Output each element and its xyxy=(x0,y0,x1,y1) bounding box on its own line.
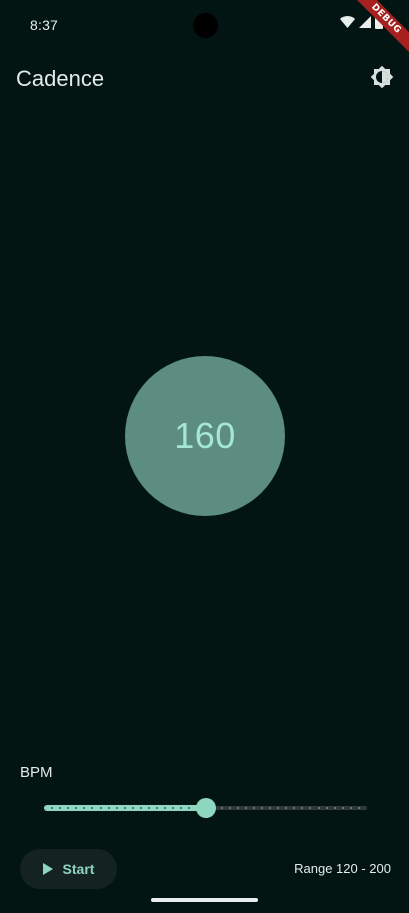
slider-tick xyxy=(147,807,150,809)
slider-tick xyxy=(83,807,86,809)
brightness-icon xyxy=(370,65,394,94)
slider-tick xyxy=(228,807,231,809)
slider-tick xyxy=(309,807,312,809)
status-time: 8:37 xyxy=(30,17,59,33)
slider-tick xyxy=(91,807,94,809)
status-bar: 8:37 xyxy=(0,0,409,50)
home-indicator[interactable] xyxy=(151,898,258,902)
slider-tick xyxy=(75,807,78,809)
slider-tick xyxy=(349,807,352,809)
slider-tick xyxy=(244,807,247,809)
slider-tick xyxy=(164,807,167,809)
slider-tick xyxy=(220,807,223,809)
range-text: Range 120 - 200 xyxy=(294,861,391,876)
slider-tick xyxy=(115,807,118,809)
slider-tick xyxy=(67,807,70,809)
debug-banner: DEBUG xyxy=(349,0,409,60)
slider-tick xyxy=(236,807,239,809)
start-button[interactable]: Start xyxy=(20,849,117,889)
slider-tick xyxy=(293,807,296,809)
slider-tick xyxy=(301,807,304,809)
slider-tick xyxy=(99,807,102,809)
app-bar: Cadence xyxy=(0,56,409,102)
theme-toggle-button[interactable] xyxy=(367,64,397,94)
slider-tick xyxy=(269,807,272,809)
slider-tick xyxy=(261,807,264,809)
bpm-display: 160 xyxy=(174,415,236,456)
slider-tick xyxy=(156,807,159,809)
camera-cutout xyxy=(193,13,218,38)
slider-tick xyxy=(139,807,142,809)
beat-indicator-circle: 160 xyxy=(125,356,285,516)
slider-tick xyxy=(107,807,110,809)
slider-tick xyxy=(317,807,320,809)
slider-tick xyxy=(277,807,280,809)
slider-tick xyxy=(131,807,134,809)
slider-tick xyxy=(357,807,360,809)
play-icon xyxy=(42,863,53,875)
start-button-label: Start xyxy=(62,861,95,877)
slider-tick xyxy=(51,807,54,809)
slider-tick xyxy=(285,807,288,809)
bpm-label: BPM xyxy=(20,764,53,781)
slider-thumb[interactable] xyxy=(195,798,216,818)
debug-banner-label: DEBUG xyxy=(349,0,409,56)
slider-tick xyxy=(252,807,255,809)
slider-tick xyxy=(172,807,175,809)
slider-tick xyxy=(341,807,344,809)
slider-tick xyxy=(123,807,126,809)
slider-tick xyxy=(188,807,191,809)
app-title: Cadence xyxy=(16,66,105,91)
slider-tick xyxy=(180,807,183,809)
slider-tick xyxy=(325,807,328,809)
bpm-slider[interactable] xyxy=(44,797,367,819)
slider-tick xyxy=(333,807,336,809)
slider-tick xyxy=(59,807,62,809)
